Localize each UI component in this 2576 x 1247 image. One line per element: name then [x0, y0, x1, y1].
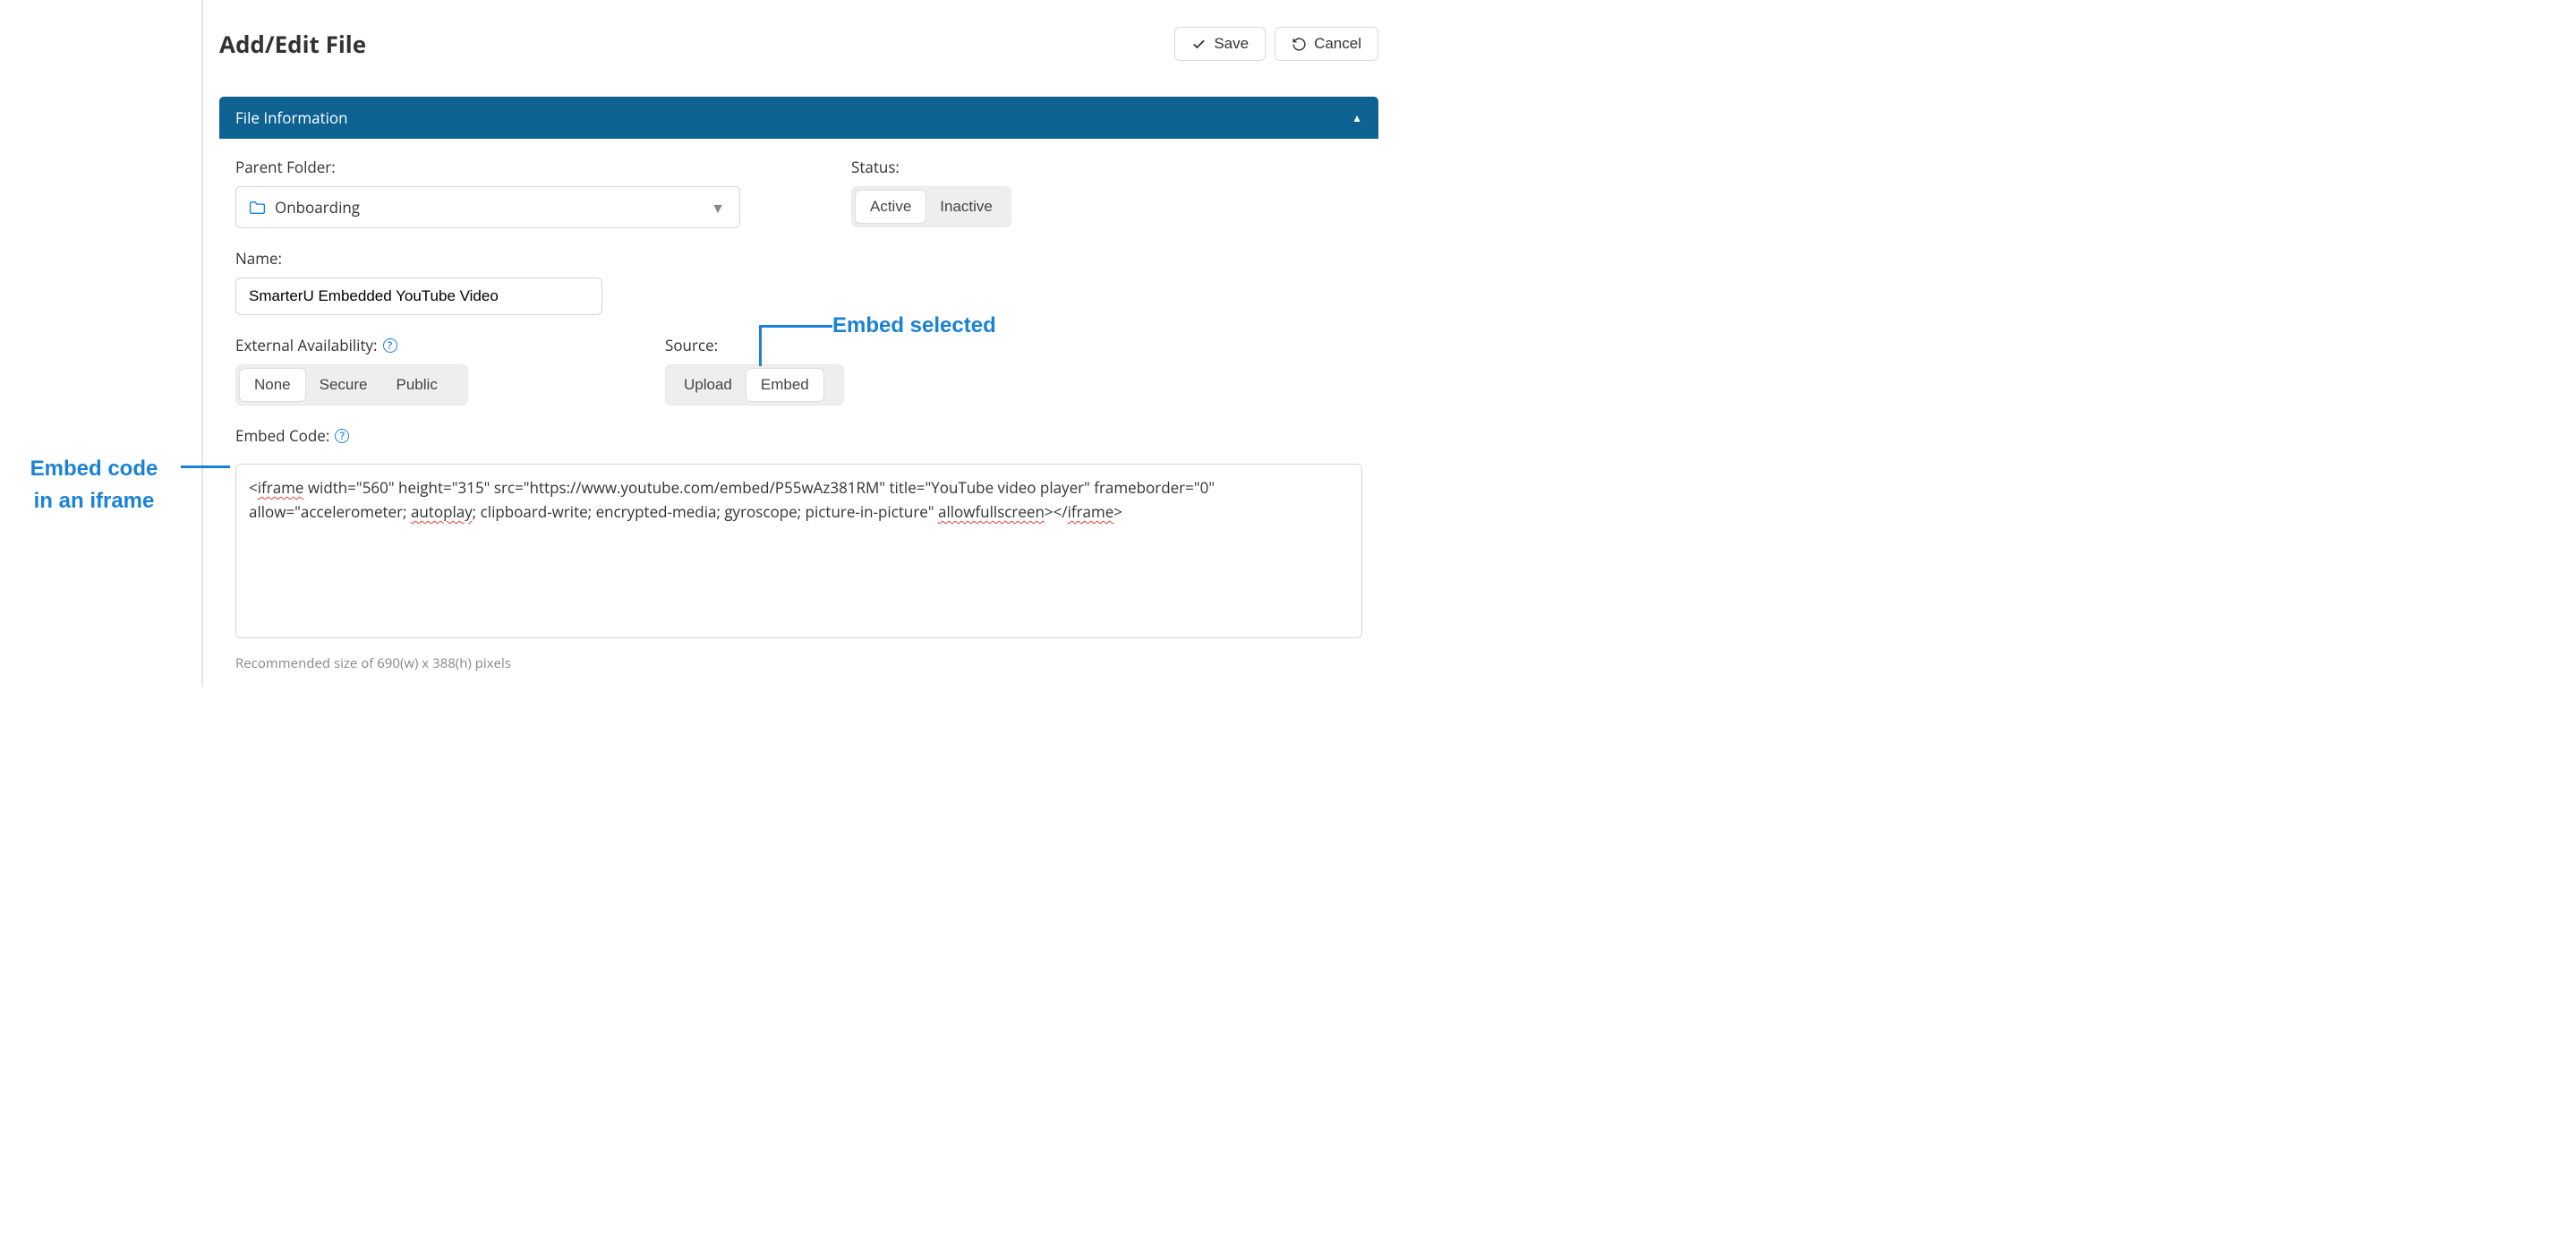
folder-icon — [249, 201, 266, 215]
source-embed-button[interactable]: Embed — [746, 369, 823, 401]
embed-code-label: Embed Code: ? — [235, 425, 349, 446]
annotation-embed-selected: Embed selected — [832, 313, 996, 338]
external-public-button[interactable]: Public — [382, 369, 452, 401]
save-button[interactable]: Save — [1174, 27, 1266, 61]
parent-folder-value: Onboarding — [275, 197, 360, 218]
parent-folder-select[interactable]: Onboarding ▼ — [235, 186, 740, 228]
annotation-connector — [181, 465, 230, 468]
annotation-embed-code: Embed code in an iframe — [9, 453, 179, 517]
panel-title: File Information — [235, 107, 348, 128]
annotation-connector — [759, 325, 832, 328]
sidebar-divider — [201, 0, 203, 687]
parent-folder-label: Parent Folder: — [235, 157, 740, 177]
help-icon[interactable]: ? — [383, 338, 397, 353]
page-title: Add/Edit File — [219, 28, 366, 60]
help-icon[interactable]: ? — [335, 429, 349, 443]
chevron-down-icon: ▼ — [711, 198, 725, 218]
external-availability-label: External Availability: ? — [235, 335, 468, 355]
external-none-button[interactable]: None — [240, 369, 305, 401]
source-toggle: Upload Embed — [665, 364, 844, 406]
name-input[interactable] — [235, 278, 602, 315]
panel-header[interactable]: File Information ▲ — [219, 97, 1378, 139]
collapse-icon: ▲ — [1352, 110, 1362, 125]
source-label: Source: — [665, 335, 844, 355]
status-inactive-button[interactable]: Inactive — [925, 191, 1007, 223]
cancel-button[interactable]: Cancel — [1275, 27, 1378, 61]
status-toggle: Active Inactive — [851, 186, 1011, 227]
external-availability-toggle: None Secure Public — [235, 364, 468, 406]
cancel-button-label: Cancel — [1314, 35, 1361, 53]
undo-icon — [1292, 37, 1307, 52]
annotation-connector — [759, 325, 762, 366]
status-active-button[interactable]: Active — [856, 191, 925, 223]
check-icon — [1191, 37, 1207, 52]
embed-code-textarea[interactable]: <iframe width="560" height="315" src="ht… — [235, 464, 1362, 638]
page-header: Add/Edit File Save Cancel — [219, 27, 1378, 61]
embed-code-hint: Recommended size of 690(w) x 388(h) pixe… — [235, 654, 511, 672]
panel-body: Parent Folder: Onboarding ▼ Status: Acti… — [219, 139, 1378, 687]
save-button-label: Save — [1214, 35, 1249, 53]
status-label: Status: — [851, 157, 1011, 177]
source-upload-button[interactable]: Upload — [670, 369, 746, 401]
external-secure-button[interactable]: Secure — [305, 369, 382, 401]
name-label: Name: — [235, 248, 602, 269]
